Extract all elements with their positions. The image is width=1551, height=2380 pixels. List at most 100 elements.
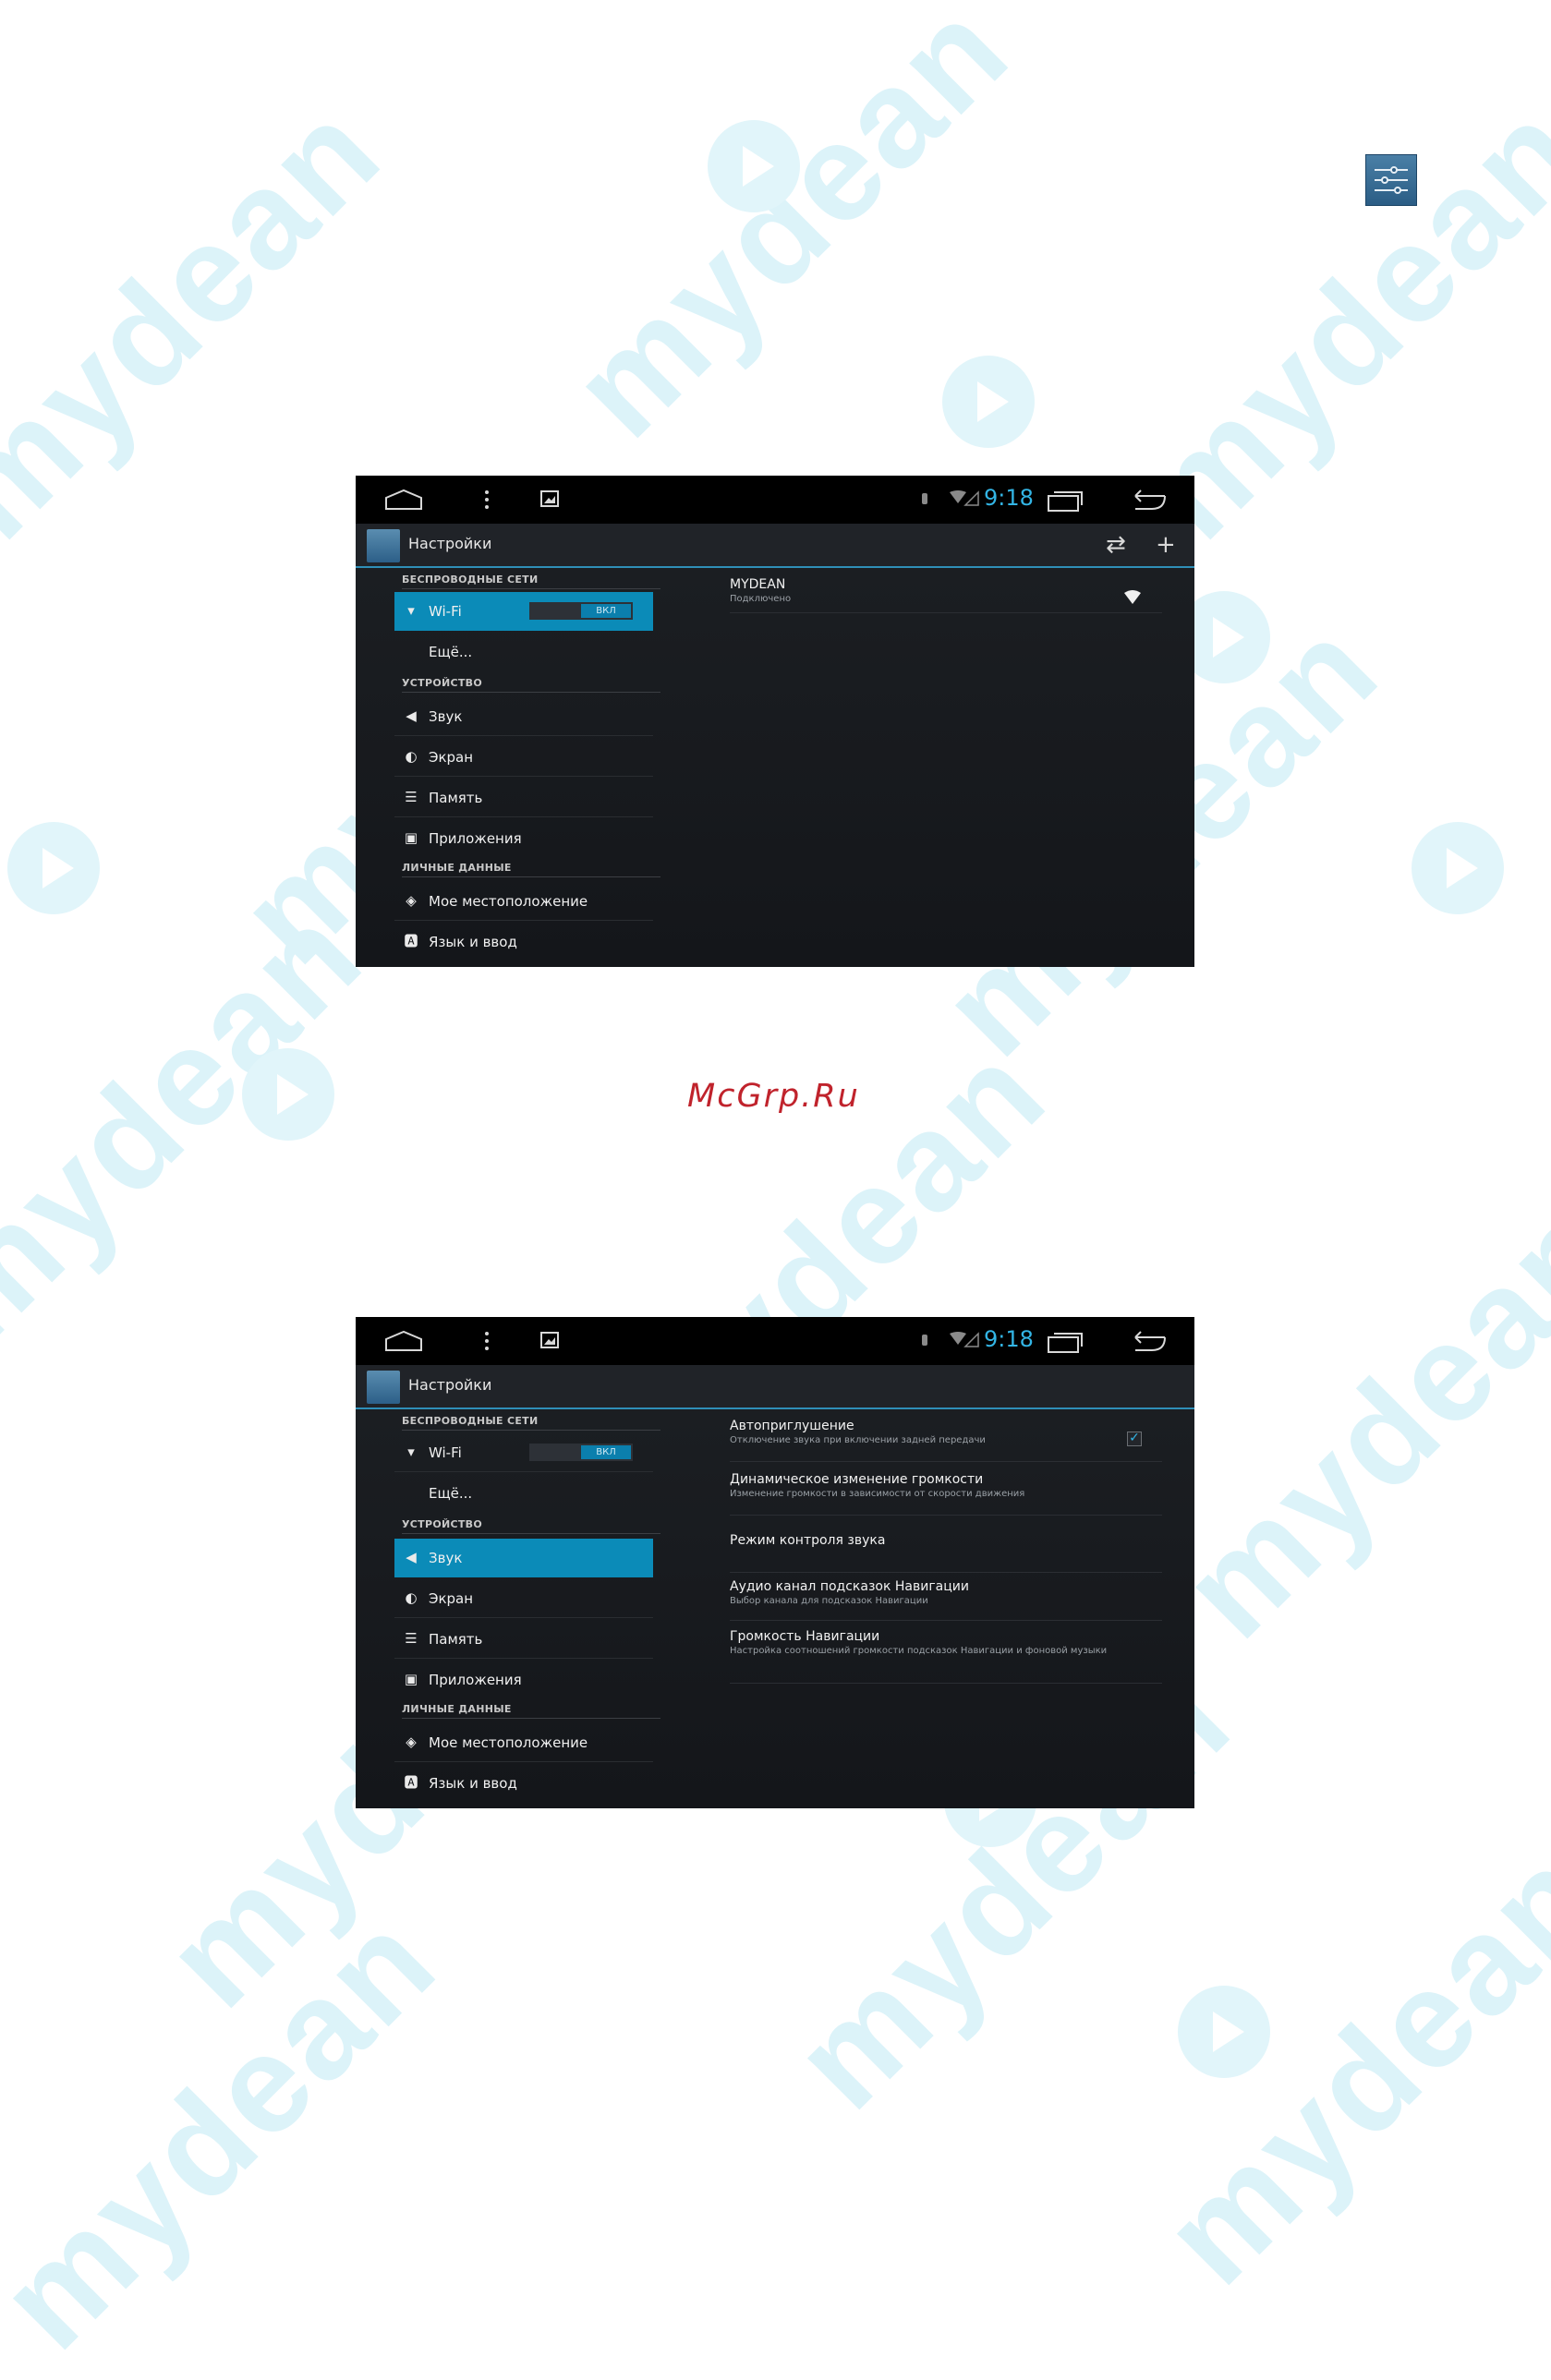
- nav-item-location[interactable]: ◈ Мое местоположение: [394, 1723, 653, 1762]
- action-bar: Настройки: [356, 1365, 1194, 1409]
- pref-auto-mute[interactable]: Автоприглушение Отключение звука при вкл…: [730, 1419, 1162, 1462]
- page-title: Настройки: [408, 535, 492, 552]
- menu-dots-icon[interactable]: [483, 489, 491, 511]
- nav-item-display[interactable]: ◐ Экран: [394, 738, 653, 777]
- pref-summary: Изменение громкости в зависимости от ско…: [730, 1489, 1025, 1499]
- watermark-logo: [242, 1048, 334, 1141]
- storage-icon: ☰: [405, 1630, 418, 1647]
- pref-title: Автоприглушение: [730, 1419, 854, 1433]
- wifi-network-item[interactable]: MYDEAN Подключено: [730, 577, 1162, 613]
- apps-icon: ▣: [404, 1671, 418, 1687]
- pref-nav-volume[interactable]: Громкость Навигации Настройка соотношени…: [730, 1629, 1162, 1684]
- nav-item-wifi[interactable]: ▾ Wi-Fi ВКЛ: [394, 592, 653, 631]
- add-icon[interactable]: +: [1156, 531, 1176, 559]
- pref-summary: Отключение звука при включении задней пе…: [730, 1435, 986, 1445]
- watermark-logo: [7, 822, 100, 914]
- nav-item-label: Язык и ввод: [429, 934, 517, 950]
- settings-content: БЕСПРОВОДНЫЕ СЕТИ ▾ Wi-Fi ВКЛ Ещё... УСТ…: [356, 568, 1194, 967]
- nav-item-language[interactable]: 🅰 Язык и ввод: [394, 923, 653, 961]
- screenshot-wifi-settings: 9:18 Настройки ⇄ + БЕСПРОВОДНЫЕ СЕТИ ▾ W…: [356, 476, 1194, 967]
- recent-apps-icon[interactable]: [1047, 1328, 1084, 1354]
- watermark-text: mydean: [0, 875, 392, 1371]
- nav-item-storage[interactable]: ☰ Память: [394, 1620, 653, 1659]
- brightness-icon: ◐: [405, 1589, 418, 1606]
- settings-app-icon: [367, 1371, 400, 1404]
- nav-item-more[interactable]: Ещё...: [394, 633, 653, 671]
- watermark-text: mydean: [0, 71, 410, 568]
- nav-item-display[interactable]: ◐ Экран: [394, 1579, 653, 1618]
- nav-item-wifi[interactable]: ▾ Wi-Fi ВКЛ: [394, 1433, 653, 1472]
- pref-sound-control-mode[interactable]: Режим контроля звука: [730, 1531, 1162, 1573]
- wifi-signal-icon: [950, 1332, 979, 1347]
- status-time: 9:18: [984, 485, 1034, 511]
- watermark-text: mydean: [0, 1881, 466, 2378]
- auto-mute-checkbox[interactable]: ✓: [1127, 1432, 1142, 1446]
- nav-item-label: Мое местоположение: [429, 893, 588, 910]
- nav-item-label: Экран: [429, 1590, 474, 1607]
- nav-item-label: Экран: [429, 749, 474, 766]
- menu-dots-icon[interactable]: [483, 1330, 491, 1352]
- pref-summary: Выбор канала для подсказок Навигации: [730, 1596, 928, 1606]
- action-bar: Настройки ⇄ +: [356, 524, 1194, 568]
- home-icon[interactable]: [383, 489, 424, 511]
- pref-title: Режим контроля звука: [730, 1533, 886, 1548]
- network-name: MYDEAN: [730, 577, 786, 592]
- wifi-strength-icon: [1124, 590, 1141, 604]
- status-time: 9:18: [984, 1326, 1034, 1352]
- status-bar: 9:18: [356, 476, 1194, 524]
- wifi-toggle[interactable]: ВКЛ: [529, 602, 633, 620]
- brightness-icon: ◐: [405, 748, 418, 765]
- settings-sliders-icon: [1365, 154, 1417, 206]
- sync-icon[interactable]: ⇄: [1106, 531, 1126, 559]
- nav-item-label: Приложения: [429, 830, 522, 847]
- apps-icon: ▣: [404, 829, 418, 846]
- nav-item-apps[interactable]: ▣ Приложения: [394, 819, 653, 858]
- nav-item-label: Язык и ввод: [429, 1775, 517, 1792]
- recent-apps-icon[interactable]: [1047, 487, 1084, 513]
- screenshot-sound-settings: 9:18 Настройки БЕСПРОВОДНЫЕ СЕТИ ▾ Wi-Fi…: [356, 1317, 1194, 1808]
- nav-item-label: Ещё...: [429, 1485, 473, 1502]
- nav-item-apps[interactable]: ▣ Приложения: [394, 1661, 653, 1699]
- nav-item-location[interactable]: ◈ Мое местоположение: [394, 882, 653, 921]
- pref-dynamic-volume[interactable]: Динамическое изменение громкости Изменен…: [730, 1472, 1162, 1516]
- pref-title: Аудио канал подсказок Навигации: [730, 1579, 969, 1594]
- category-device: УСТРОЙСТВО: [402, 1518, 660, 1534]
- toggle-label: ВКЛ: [581, 604, 631, 618]
- watermark-logo: [942, 356, 1035, 448]
- screenshot-icon: [540, 490, 559, 507]
- location-icon: ◈: [406, 1734, 417, 1750]
- watermark-text: mydean: [541, 0, 1038, 466]
- pref-title: Громкость Навигации: [730, 1629, 880, 1644]
- nav-item-language[interactable]: 🅰 Язык и ввод: [394, 1764, 653, 1803]
- nav-item-more[interactable]: Ещё...: [394, 1474, 653, 1513]
- back-icon[interactable]: [1128, 489, 1167, 511]
- wifi-toggle[interactable]: ВКЛ: [529, 1444, 633, 1461]
- nav-item-label: Приложения: [429, 1672, 522, 1688]
- category-device: УСТРОЙСТВО: [402, 677, 660, 693]
- speaker-icon: ◀: [406, 1549, 417, 1565]
- back-icon[interactable]: [1128, 1330, 1167, 1352]
- watermark-logo: [1412, 822, 1504, 914]
- nav-item-sound[interactable]: ◀ Звук: [394, 697, 653, 736]
- home-icon[interactable]: [383, 1330, 424, 1352]
- pref-nav-audio-channel[interactable]: Аудио канал подсказок Навигации Выбор ка…: [730, 1579, 1162, 1621]
- nav-item-label: Память: [429, 1631, 483, 1648]
- page-title: Настройки: [408, 1376, 492, 1394]
- category-wireless: БЕСПРОВОДНЫЕ СЕТИ: [402, 574, 660, 589]
- wifi-signal-icon: [950, 490, 979, 506]
- watermark-logo: [1178, 1986, 1270, 2078]
- location-icon: ◈: [406, 892, 417, 909]
- category-personal: ЛИЧНЫЕ ДАННЫЕ: [402, 1703, 660, 1719]
- nav-item-label: Мое местоположение: [429, 1734, 588, 1751]
- keyboard-icon: 🅰: [404, 933, 418, 949]
- network-status: Подключено: [730, 594, 792, 604]
- nav-item-label: Wi-Fi: [429, 1444, 462, 1461]
- nav-item-label: Память: [429, 790, 483, 806]
- pref-title: Динамическое изменение громкости: [730, 1472, 984, 1487]
- nav-item-label: Ещё...: [429, 644, 473, 660]
- keyboard-icon: 🅰: [404, 1774, 418, 1791]
- nav-item-sound[interactable]: ◀ Звук: [394, 1539, 653, 1577]
- bluetooth-icon: [922, 493, 927, 504]
- wifi-icon: ▾: [407, 602, 415, 619]
- nav-item-storage[interactable]: ☰ Память: [394, 779, 653, 817]
